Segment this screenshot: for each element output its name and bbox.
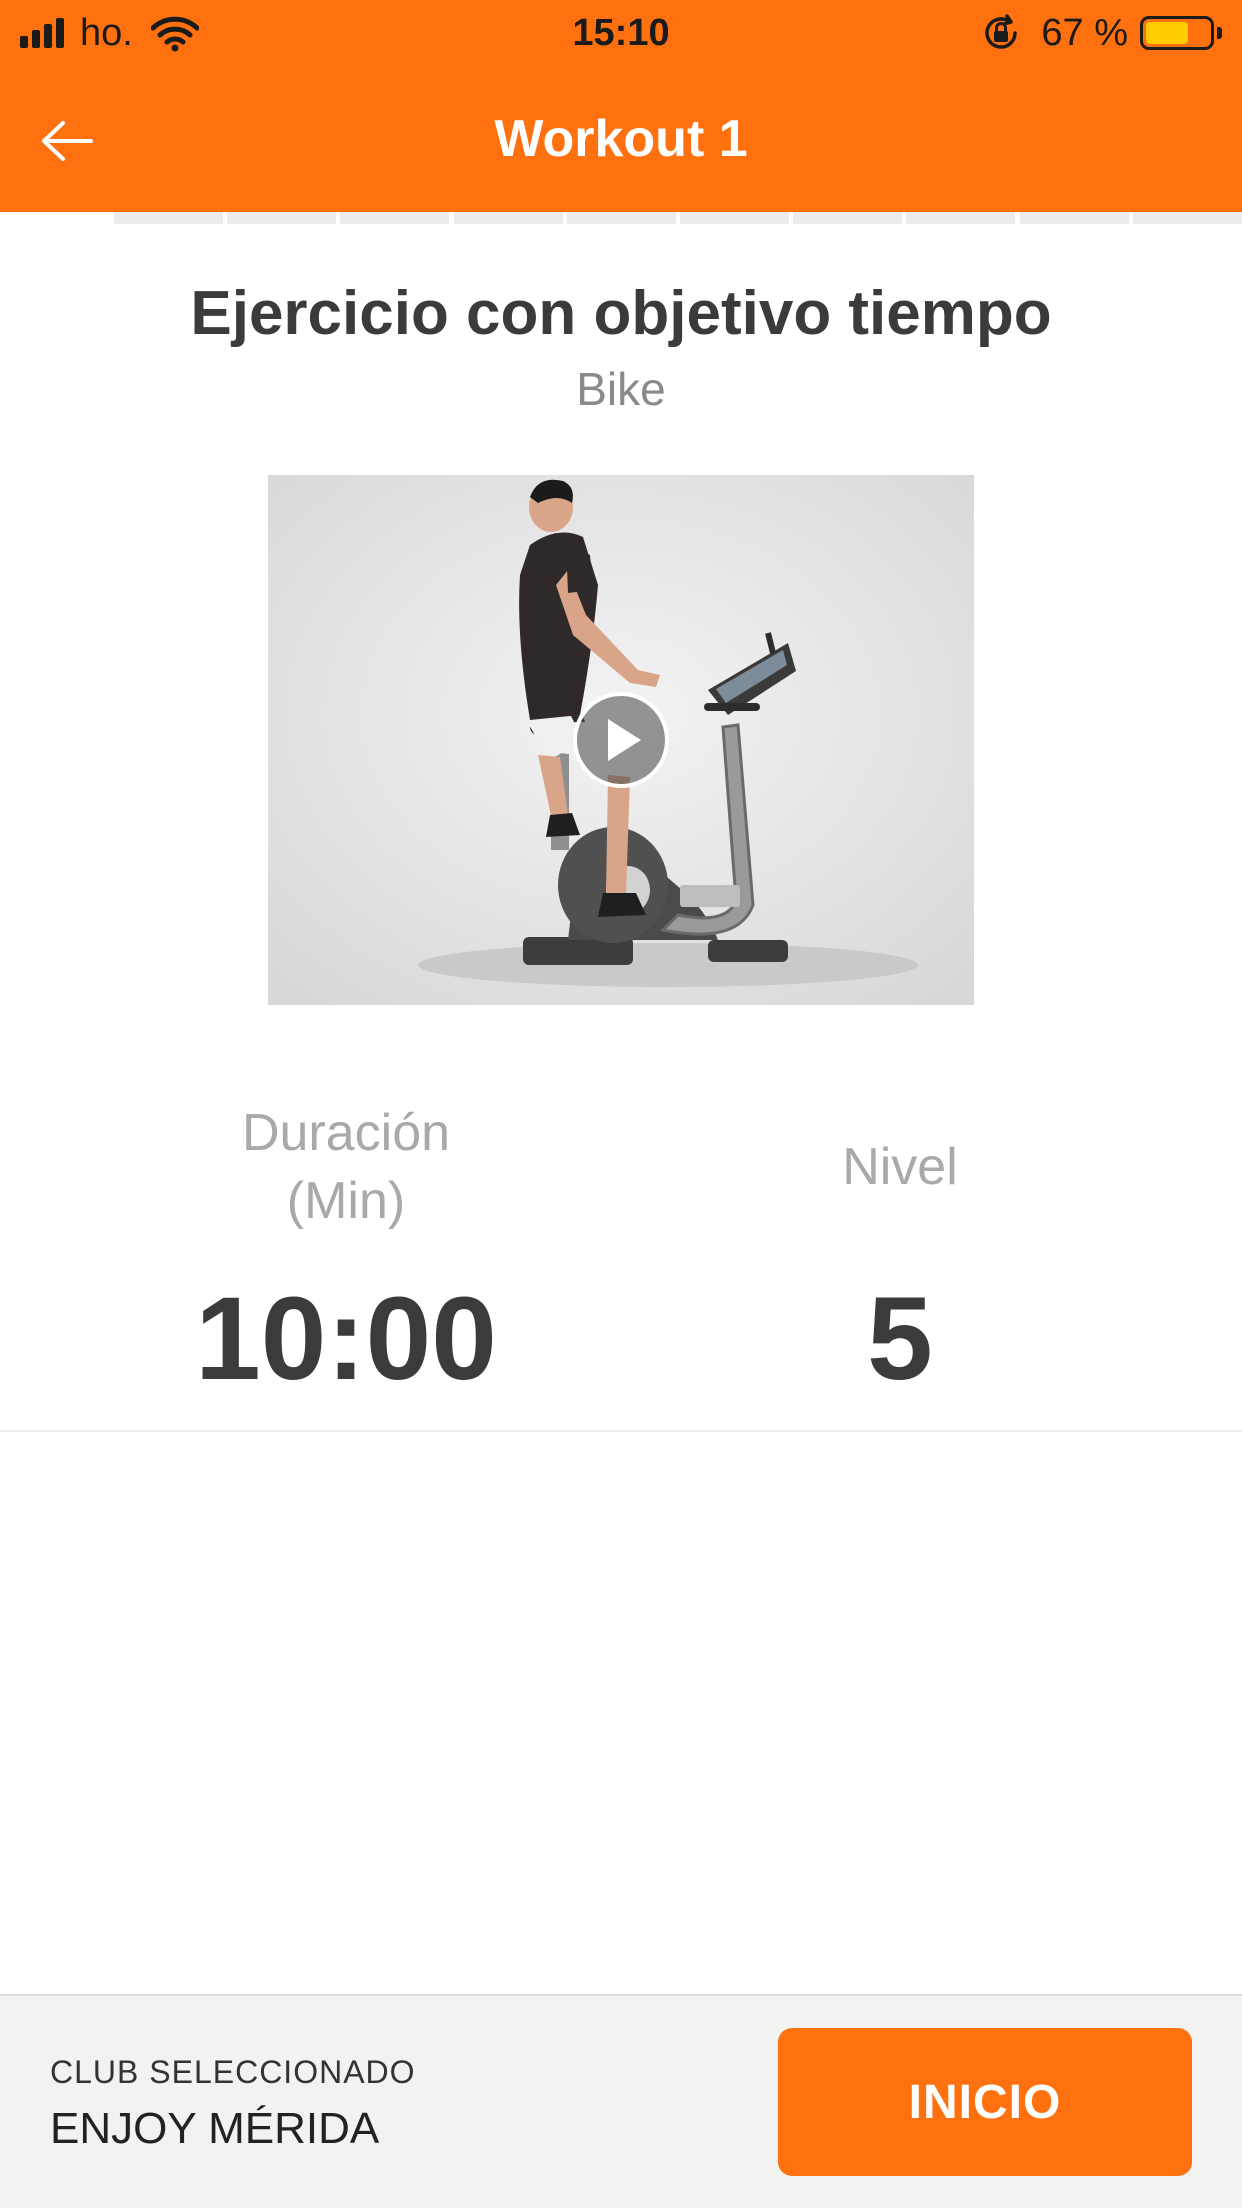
- footer: CLUB SELECCIONADO ENJOY MÉRIDA INICIO: [0, 1994, 1242, 2208]
- nav-bar: Workout 1: [0, 66, 1242, 212]
- progress-segment: [1020, 212, 1129, 224]
- duration-label-line1: Duración: [241, 1104, 451, 1162]
- rotation-lock-icon: [985, 14, 1018, 49]
- duration-value: 10:00: [195, 1273, 497, 1405]
- progress-segment: [227, 212, 336, 224]
- exercise-illustration: [268, 475, 974, 1005]
- progress-segment: [793, 212, 902, 224]
- exercise-video[interactable]: [268, 475, 974, 1005]
- stats-divider: [0, 1430, 1242, 1432]
- back-button[interactable]: [22, 106, 112, 176]
- status-bar: ho. 15:10 67 %: [0, 0, 1242, 66]
- status-right: 67 %: [981, 0, 1222, 66]
- start-button-label: INICIO: [908, 2075, 1062, 2129]
- battery-cap: [1217, 27, 1222, 39]
- progress-segment: [906, 212, 1015, 224]
- page-title: Workout 1: [494, 110, 748, 168]
- exercise-title: Ejercicio con objetivo tiempo: [190, 279, 1052, 348]
- club-caption: CLUB SELECCIONADO: [50, 2054, 416, 2090]
- exercise-subtitle: Bike: [576, 363, 666, 415]
- battery-icon: [1140, 16, 1214, 50]
- duration-label: Duración (Min): [146, 1099, 546, 1235]
- play-icon: [573, 692, 669, 788]
- club-name: ENJOY MÉRIDA: [50, 2104, 380, 2153]
- progress-segment: [114, 212, 223, 224]
- level-label: Nivel: [842, 1138, 958, 1196]
- level-value: 5: [867, 1273, 933, 1405]
- progress-segment: [340, 212, 449, 224]
- workout-progress: [0, 212, 1242, 252]
- arrow-left-icon: [42, 121, 93, 161]
- progress-segment: [454, 212, 563, 224]
- progress-segment: [1133, 212, 1242, 224]
- battery-percent: 67 %: [1041, 11, 1128, 54]
- progress-segment: [680, 212, 789, 224]
- progress-segment: [567, 212, 676, 224]
- battery-level-fill: [1146, 22, 1188, 44]
- start-button[interactable]: INICIO: [778, 2028, 1192, 2176]
- duration-label-line2: (Min): [286, 1172, 406, 1230]
